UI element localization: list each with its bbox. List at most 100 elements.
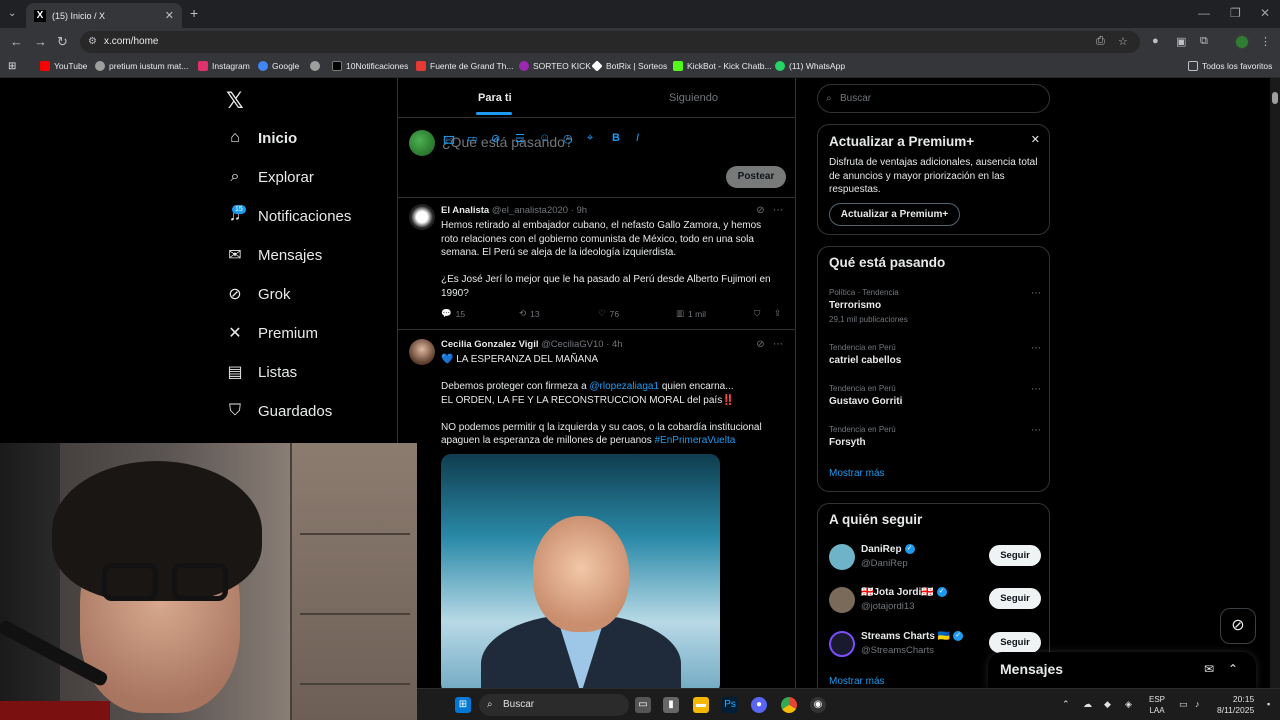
location-icon[interactable]: ⌖ (587, 132, 593, 145)
volume-icon[interactable]: ♪ (1195, 699, 1200, 709)
tab-following[interactable]: Siguiendo (669, 92, 718, 104)
all-bookmarks-folder[interactable]: Todos los favoritos (1188, 61, 1272, 71)
italic-icon[interactable]: I (636, 132, 639, 144)
bookmark-google[interactable]: Google (258, 61, 299, 71)
app-icon[interactable]: ▮ (663, 697, 679, 713)
grok-float-button[interactable]: ⊘ (1220, 608, 1256, 644)
file-explorer-icon[interactable]: ▬ (693, 697, 709, 713)
bookmark-botrix[interactable]: BotRix | Sorteos (591, 60, 667, 72)
bookmark-kickbot[interactable]: KickBot - Kick Chatb... (673, 61, 772, 71)
trend-more-icon[interactable]: ⋯ (1031, 343, 1041, 354)
like-button[interactable]: ♡ 76 (598, 308, 619, 319)
taskbar-search[interactable]: ⌕ Buscar (479, 694, 629, 716)
bookmark-sorteo-kick[interactable]: SORTEO KICK (519, 61, 591, 71)
views-button[interactable]: ▥ 1 mil (676, 308, 706, 319)
bookmark-10notificaciones[interactable]: 10Notificaciones (332, 61, 408, 71)
schedule-icon[interactable]: ◷ (563, 132, 573, 145)
search-input[interactable]: ⌕ Buscar (817, 84, 1050, 113)
minimize-icon[interactable]: — (1198, 6, 1210, 20)
nav-premium[interactable]: ✕ Premium (226, 318, 318, 348)
bookmark-whatsapp[interactable]: (11) WhatsApp (775, 61, 845, 71)
follow-button[interactable]: Seguir (989, 632, 1041, 653)
gif-icon[interactable]: ▭ (467, 132, 477, 145)
chrome-icon[interactable] (781, 697, 797, 713)
x-logo-icon[interactable]: 𝕏 (226, 88, 244, 114)
browser-menu-icon[interactable]: ⋮ (1260, 35, 1271, 48)
compose-input[interactable]: ¿Qué está pasando? (442, 134, 573, 150)
new-message-icon[interactable]: ✉ (1204, 662, 1214, 676)
tab-search-icon[interactable]: ⌄ (8, 8, 16, 19)
apps-grid-icon[interactable]: ⊞ (8, 61, 16, 72)
nav-bookmarks[interactable]: ⛉ Guardados (226, 396, 332, 426)
obs-icon[interactable]: ◉ (810, 697, 826, 713)
tweet[interactable]: El Analista @el_analista2020 · 9h ⊘ ⋯ He… (398, 198, 795, 330)
system-clock[interactable]: 20:15 8/11/2025 (1217, 694, 1254, 716)
network-icon[interactable]: ▭ (1179, 699, 1188, 710)
trend-more-icon[interactable]: ⋯ (1031, 384, 1041, 395)
tweet-avatar[interactable] (409, 204, 435, 230)
tweet-more-icon[interactable]: ⊘ ⋯ (756, 205, 783, 216)
hashtag-link[interactable]: #EnPrimeraVuelta (655, 435, 736, 446)
share-button[interactable]: ⇪ (774, 308, 781, 319)
url-bar[interactable]: ⚙ x.com/home (80, 31, 1140, 53)
extension-icon[interactable]: ● (1152, 35, 1159, 47)
bookmark-pretium[interactable]: pretium iustum mat... (95, 61, 188, 71)
trend-item[interactable]: Tendencia en Perú Forsyth ⋯ (829, 425, 1041, 448)
media-icon[interactable]: ▣ (1176, 35, 1186, 48)
follow-button[interactable]: Seguir (989, 588, 1041, 609)
nav-grok[interactable]: ⊘ Grok (226, 279, 290, 309)
bookmark-instagram[interactable]: Instagram (198, 61, 250, 71)
language-indicator[interactable]: ESP LAA (1149, 694, 1165, 716)
nav-messages[interactable]: ✉ Mensajes (226, 240, 322, 270)
windows-start-icon[interactable]: ⊞ (455, 697, 471, 713)
tray-chevron-icon[interactable]: ⌃ (1062, 699, 1070, 710)
bookmark-globe[interactable] (310, 61, 320, 71)
tweet-avatar[interactable] (409, 339, 435, 365)
bookmark-gta-font[interactable]: Fuente de Grand Th... (416, 61, 513, 71)
tweet[interactable]: Cecilia Gonzalez Vigil @CeciliaGV10 · 4h… (398, 330, 795, 694)
back-icon[interactable]: ← (10, 34, 23, 49)
page-scrollbar[interactable] (1270, 78, 1280, 690)
onedrive-icon[interactable]: ☁ (1083, 699, 1092, 710)
repost-button[interactable]: ⟲ 13 (519, 308, 540, 319)
reload-icon[interactable]: ↻ (57, 34, 68, 50)
messages-drawer[interactable]: Mensajes ✉ ⌃ (988, 652, 1256, 688)
new-tab-icon[interactable]: + (190, 5, 198, 21)
show-more-follow-link[interactable]: Mostrar más (829, 676, 885, 687)
mention-link[interactable]: @rlopezaliaga1 (589, 381, 659, 392)
forward-icon[interactable]: → (34, 34, 47, 49)
bookmark-tweet-button[interactable]: ⛉ (754, 308, 760, 319)
site-info-icon[interactable]: ⚙ (88, 31, 97, 53)
dismiss-premium-icon[interactable]: ✕ (1031, 133, 1040, 146)
post-button[interactable]: Postear (726, 166, 786, 188)
avatar[interactable] (829, 544, 855, 570)
tweet-more-icon[interactable]: ⊘ ⋯ (756, 339, 783, 350)
avatar[interactable] (829, 587, 855, 613)
trend-more-icon[interactable]: ⋯ (1031, 425, 1041, 436)
close-window-icon[interactable]: ✕ (1260, 6, 1270, 20)
follow-suggestion[interactable]: DaniRep ✓ @DaniRep Seguir (829, 542, 1041, 572)
tray-shield-icon[interactable]: ◈ (1125, 699, 1132, 710)
trend-item[interactable]: Política · Tendencia Terrorismo 29,1 mil… (829, 288, 1041, 324)
tweet-author[interactable]: Cecilia Gonzalez Vigil (441, 339, 539, 350)
nav-explore[interactable]: ⌕ Explorar (226, 162, 314, 192)
tweet-author[interactable]: El Analista (441, 205, 489, 216)
nav-lists[interactable]: ▤ Listas (226, 357, 297, 387)
media-icon[interactable]: 🖾 (443, 132, 455, 151)
follow-button[interactable]: Seguir (989, 545, 1041, 566)
tab-for-you[interactable]: Para ti (476, 92, 512, 115)
close-tab-icon[interactable]: ✕ (165, 9, 174, 22)
show-more-trends-link[interactable]: Mostrar más (829, 468, 885, 479)
upgrade-premium-button[interactable]: Actualizar a Premium+ (829, 203, 960, 226)
profile-avatar[interactable] (1234, 34, 1250, 50)
bold-icon[interactable]: B (612, 132, 620, 144)
trend-item[interactable]: Tendencia en Perú catriel cabellos ⋯ (829, 343, 1041, 366)
maximize-icon[interactable]: ❐ (1230, 6, 1241, 20)
grok-compose-icon[interactable]: ⊘ (491, 132, 500, 145)
tray-app-icon[interactable]: ◆ (1104, 699, 1111, 710)
my-avatar[interactable] (409, 130, 435, 156)
trend-more-icon[interactable]: ⋯ (1031, 288, 1041, 299)
poll-icon[interactable]: ☰ (515, 132, 525, 145)
tweet-image[interactable] (441, 454, 720, 694)
browser-tab[interactable]: X (15) Inicio / X ✕ (26, 3, 182, 28)
